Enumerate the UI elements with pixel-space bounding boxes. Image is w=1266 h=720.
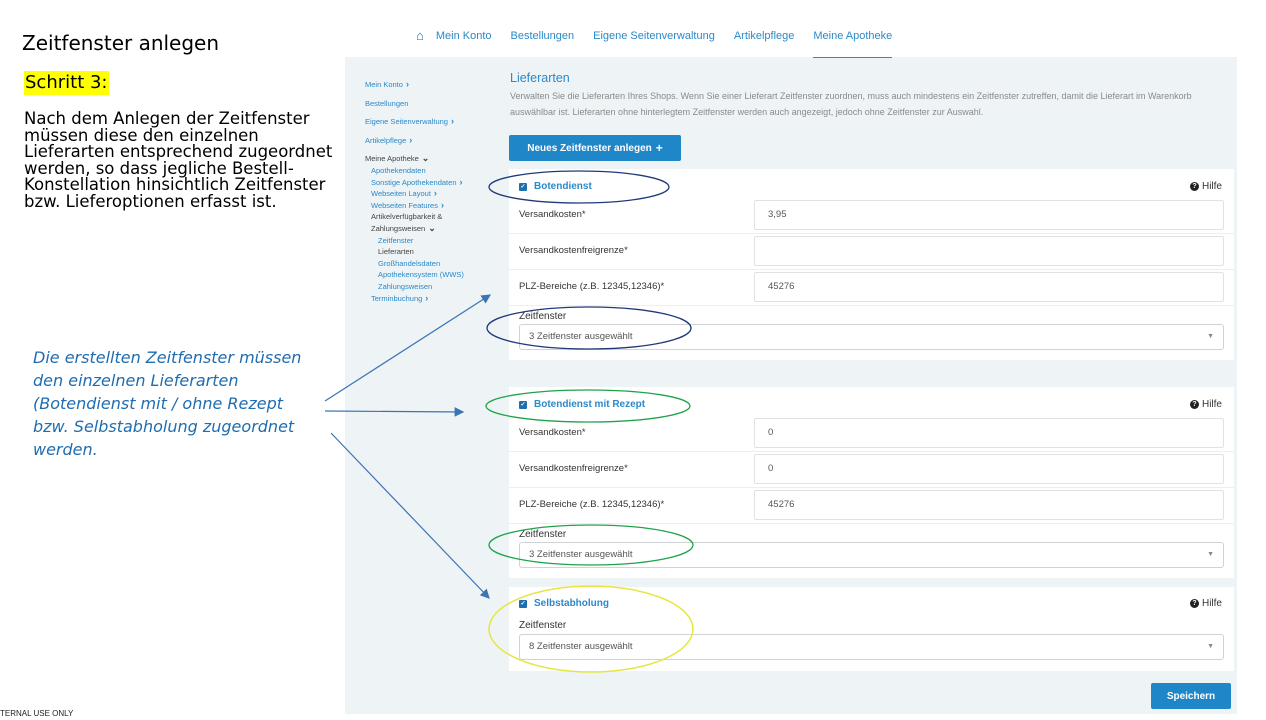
- card-title: Botendienst mit Rezept: [534, 399, 646, 410]
- freigrenze-label: Versandkostenfreigrenze*: [519, 245, 628, 256]
- sidebar-item-zahlungsweisen-group[interactable]: Zahlungsweisen ⌄: [365, 223, 500, 235]
- versandkosten-label: Versandkosten*: [519, 427, 586, 438]
- top-navigation: ⌂ Mein Konto Bestellungen Eigene Seitenv…: [416, 28, 911, 60]
- delivery-card-botendienst: ✓ Botendienst ? Hilfe Versandkosten* 3,95…: [509, 169, 1234, 360]
- divider: [509, 233, 1234, 234]
- delivery-card-selbstabholung: ✓ Selbstabholung ? Hilfe Zeitfenster 8 Ze…: [509, 587, 1234, 671]
- checkbox-checked-icon[interactable]: ✓: [519, 182, 527, 191]
- delivery-card-botendienst-rezept: ✓ Botendienst mit Rezept ? Hilfe Versandk…: [509, 387, 1234, 578]
- chevron-right-icon: ›: [409, 134, 413, 145]
- freigrenze-input[interactable]: 0: [754, 454, 1224, 484]
- footer-note: TERNAL USE ONLY: [0, 709, 74, 718]
- freigrenze-label: Versandkostenfreigrenze*: [519, 463, 628, 474]
- zeitfenster-label: Zeitfenster: [519, 311, 567, 322]
- page-description: Verwalten Sie die Lieferarten Ihres Shop…: [510, 91, 1192, 117]
- plus-icon: +: [655, 141, 663, 155]
- question-icon: ?: [1189, 599, 1199, 608]
- divider: [509, 269, 1234, 270]
- new-timeslot-button[interactable]: Neues Zeitfenster anlegen +: [509, 135, 681, 161]
- caret-down-icon: ▼: [1207, 643, 1214, 650]
- sidebar: Mein Konto › Bestellungen Eigene Seitenve…: [365, 79, 500, 304]
- versandkosten-input[interactable]: 3,95: [754, 200, 1224, 230]
- help-link[interactable]: ? Hilfe: [1189, 399, 1222, 410]
- card-title: Botendienst: [534, 181, 592, 192]
- chevron-down-icon: ⌄: [428, 222, 436, 233]
- sidebar-item-zahlungsweisen[interactable]: Zahlungsweisen: [365, 281, 500, 293]
- sidebar-item-features[interactable]: Webseiten Features ›: [365, 200, 500, 212]
- chevron-right-icon: ›: [405, 79, 409, 89]
- caret-down-icon: ▼: [1207, 551, 1214, 558]
- chevron-right-icon: ›: [440, 199, 444, 210]
- divider: [509, 487, 1234, 488]
- card-header[interactable]: ✓ Botendienst: [519, 181, 592, 192]
- divider: [509, 523, 1234, 524]
- sidebar-item-meine-apotheke[interactable]: Meine Apotheke ⌄: [365, 153, 500, 165]
- page-title: Lieferarten: [510, 71, 570, 85]
- card-header[interactable]: ✓ Botendienst mit Rezept: [519, 399, 645, 410]
- question-icon: ?: [1189, 400, 1199, 409]
- nav-artikelpflege[interactable]: Artikelpflege: [734, 30, 795, 58]
- slide-title: Zeitfenster anlegen: [22, 31, 220, 55]
- freigrenze-input[interactable]: [754, 236, 1224, 266]
- slide-body-text: Nach dem Anlegen der Zeitfenster müssen …: [24, 109, 333, 211]
- sidebar-item-layout[interactable]: Webseiten Layout ›: [365, 188, 500, 200]
- chevron-right-icon: ›: [425, 292, 429, 303]
- checkbox-checked-icon[interactable]: ✓: [519, 599, 527, 608]
- question-icon: ?: [1189, 182, 1199, 191]
- sidebar-item-apothekendaten[interactable]: Apothekendaten: [365, 165, 500, 177]
- nav-meine-apotheke[interactable]: Meine Apotheke: [813, 30, 893, 58]
- zeitfenster-label: Zeitfenster: [519, 620, 567, 631]
- sidebar-item-zeitfenster[interactable]: Zeitfenster: [365, 235, 500, 247]
- card-title: Selbstabholung: [534, 598, 609, 609]
- callout-text: Die erstellten Zeitfenster müssen den ei…: [33, 348, 302, 459]
- caret-down-icon: ▼: [1207, 333, 1214, 340]
- sidebar-item-lieferarten[interactable]: Lieferarten: [365, 246, 500, 258]
- chevron-right-icon: ›: [450, 116, 454, 127]
- versandkosten-label: Versandkosten*: [519, 209, 586, 220]
- sidebar-item-wws[interactable]: Apothekensystem (WWS): [365, 269, 500, 281]
- help-link[interactable]: ? Hilfe: [1189, 181, 1222, 192]
- divider: [509, 305, 1234, 306]
- plz-label: PLZ-Bereiche (z.B. 12345,12346)*: [519, 499, 665, 510]
- sidebar-item-bestellungen[interactable]: Bestellungen: [365, 98, 500, 110]
- card-header[interactable]: ✓ Selbstabholung: [519, 598, 609, 609]
- sidebar-item-mein-konto[interactable]: Mein Konto ›: [365, 79, 500, 91]
- plz-label: PLZ-Bereiche (z.B. 12345,12346)*: [519, 281, 665, 292]
- zeitfenster-select[interactable]: 3 Zeitfenster ausgewählt ▼: [519, 324, 1224, 350]
- chevron-right-icon: ›: [433, 188, 437, 199]
- sidebar-item-verfuegbarkeit[interactable]: Artikelverfügbarkeit &: [365, 211, 500, 223]
- plz-input[interactable]: 45276: [754, 490, 1224, 520]
- zeitfenster-select[interactable]: 3 Zeitfenster ausgewählt ▼: [519, 542, 1224, 568]
- sidebar-item-artikelpflege[interactable]: Artikelpflege ›: [365, 135, 500, 147]
- zeitfenster-label: Zeitfenster: [519, 529, 567, 540]
- help-link[interactable]: ? Hilfe: [1189, 598, 1222, 609]
- sidebar-item-grosshandel[interactable]: Großhandelsdaten: [365, 258, 500, 270]
- sidebar-item-terminbuchung[interactable]: Terminbuchung ›: [365, 293, 500, 305]
- save-button[interactable]: Speichern: [1151, 683, 1231, 709]
- home-icon[interactable]: ⌂: [416, 28, 424, 56]
- sidebar-item-sonstige[interactable]: Sonstige Apothekendaten ›: [365, 177, 500, 189]
- step-label: Schritt 3:: [24, 71, 109, 95]
- sidebar-item-seitenverwaltung[interactable]: Eigene Seitenverwaltung ›: [365, 116, 500, 128]
- nav-mein-konto[interactable]: Mein Konto: [436, 30, 492, 58]
- zeitfenster-select[interactable]: 8 Zeitfenster ausgewählt ▼: [519, 634, 1224, 660]
- chevron-down-icon: ⌄: [421, 153, 430, 164]
- chevron-right-icon: ›: [459, 176, 463, 187]
- nav-seitenverwaltung[interactable]: Eigene Seitenverwaltung: [593, 30, 715, 58]
- versandkosten-input[interactable]: 0: [754, 418, 1224, 448]
- checkbox-checked-icon[interactable]: ✓: [519, 400, 527, 409]
- plz-input[interactable]: 45276: [754, 272, 1224, 302]
- divider: [509, 451, 1234, 452]
- nav-bestellungen[interactable]: Bestellungen: [511, 30, 575, 58]
